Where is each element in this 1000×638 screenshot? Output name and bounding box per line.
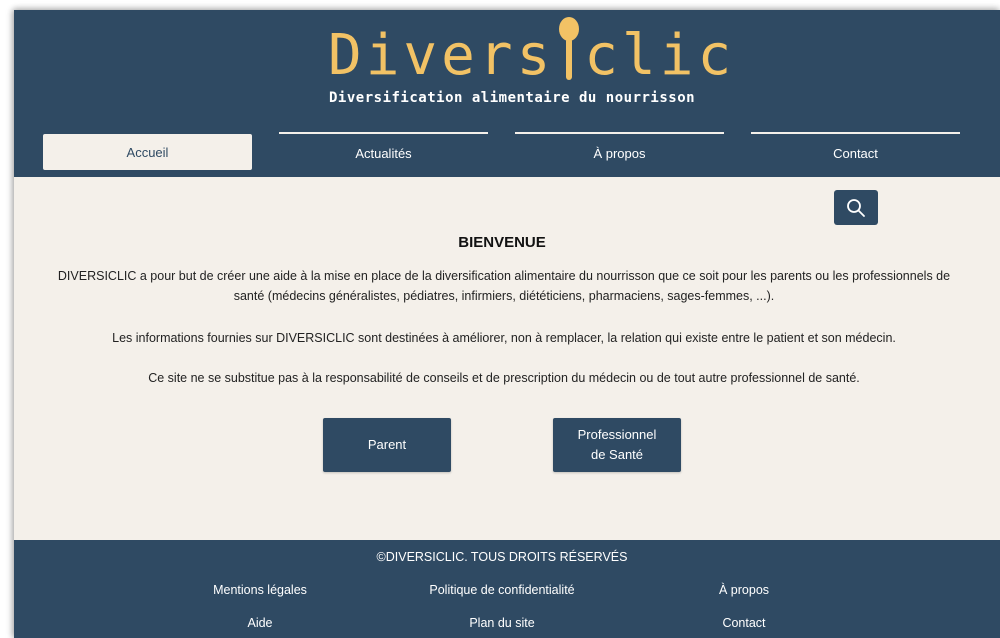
disclaimer-paragraph: Les informations fournies sur DIVERSICLI… bbox=[112, 331, 896, 345]
parent-button-label: Parent bbox=[367, 437, 407, 452]
logo-text-before: Divers bbox=[328, 23, 555, 88]
site-logo[interactable]: Divers clic bbox=[328, 17, 736, 92]
footer-link-contact[interactable]: Contact bbox=[644, 616, 844, 630]
footer-link-a-propos[interactable]: À propos bbox=[644, 583, 844, 597]
logo-text-after: clic bbox=[584, 23, 736, 88]
site-tagline: Diversification alimentaire du nourrisso… bbox=[329, 90, 696, 106]
search-button[interactable] bbox=[834, 190, 878, 225]
intro-paragraph: DIVERSICLIC a pour but de créer une aide… bbox=[57, 269, 951, 303]
page-frame: Divers clic Diversification alimentaire d… bbox=[14, 10, 1000, 638]
site-header: Divers clic Diversification alimentaire d… bbox=[14, 10, 1000, 177]
main-nav: Accueil Actualités À propos Contact bbox=[14, 132, 1000, 172]
nav-item-contact[interactable]: Contact bbox=[751, 132, 960, 170]
search-icon bbox=[847, 199, 865, 217]
spoon-icon bbox=[554, 17, 584, 80]
page-title: BIENVENUE bbox=[458, 234, 546, 251]
pro-button-label-line2: de Santé bbox=[590, 447, 644, 462]
nav-item-accueil[interactable]: Accueil bbox=[43, 134, 252, 170]
footer-link-plan-du-site[interactable]: Plan du site bbox=[402, 616, 602, 630]
copyright-text: ©DIVERSICLIC. TOUS DROITS RÉSERVÉS bbox=[376, 550, 628, 564]
footer-link-aide[interactable]: Aide bbox=[160, 616, 360, 630]
professionnel-sante-button[interactable]: Professionnel de Santé bbox=[553, 418, 681, 472]
site-footer: ©DIVERSICLIC. TOUS DROITS RÉSERVÉS Menti… bbox=[14, 540, 1000, 638]
responsibility-paragraph: Ce site ne se substitue pas à la respons… bbox=[148, 371, 860, 385]
nav-item-actualites[interactable]: Actualités bbox=[279, 132, 488, 170]
footer-link-politique-confidentialite[interactable]: Politique de confidentialité bbox=[402, 583, 602, 597]
footer-link-mentions-legales[interactable]: Mentions légales bbox=[160, 583, 360, 597]
pro-button-label-line1: Professionnel bbox=[577, 427, 657, 442]
parent-button[interactable]: Parent bbox=[323, 418, 451, 472]
nav-item-a-propos[interactable]: À propos bbox=[515, 132, 724, 170]
